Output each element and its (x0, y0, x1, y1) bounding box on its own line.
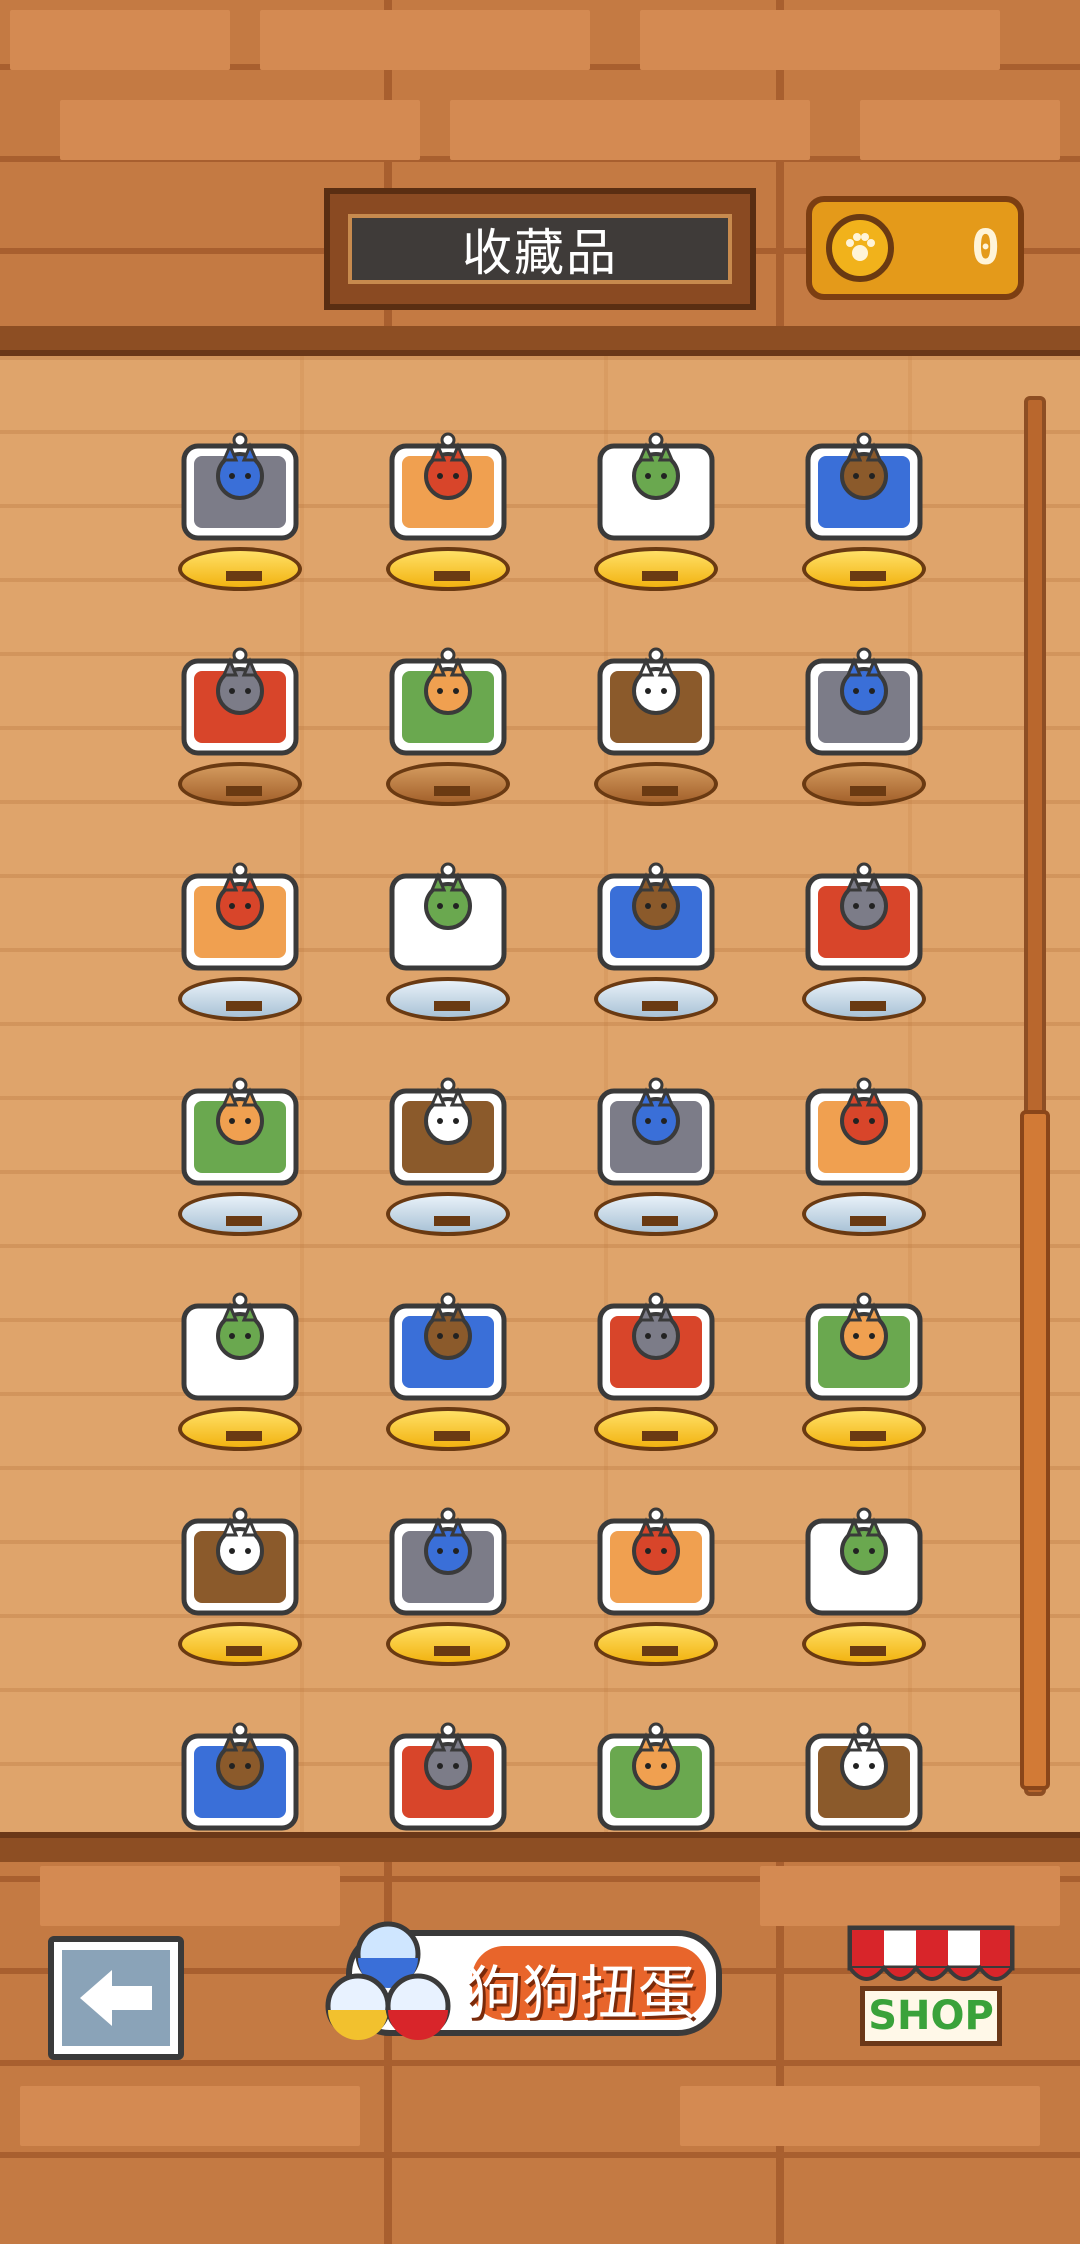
pedestal-silver (594, 1192, 718, 1236)
collectible-cat-plant-table[interactable] (764, 591, 964, 806)
pedestal-gold (178, 547, 302, 591)
cat-lamp-post-icon (389, 647, 507, 756)
cat-tv-stand-icon (597, 1077, 715, 1186)
gacha-label: 狗狗扭蛋 (464, 1959, 697, 2027)
back-button[interactable] (48, 1936, 184, 2060)
coin-count: 0 (971, 220, 1000, 276)
cat-snow-globe-blue-icon (597, 1292, 715, 1401)
pedestal-gold (594, 1622, 718, 1666)
pedestal-silver (802, 1192, 926, 1236)
cat-parachute-grey-icon (805, 1507, 923, 1616)
collectible-cat-lamp-post[interactable] (348, 591, 548, 806)
collectible-cat-dinner-table[interactable] (348, 1236, 548, 1451)
collectible-cat-detective[interactable] (764, 1666, 964, 1836)
cat-bathtub-icon (805, 1292, 923, 1401)
collectible-cat-lying-toy[interactable] (556, 1666, 756, 1836)
collectible-cat-blue-bed[interactable] (764, 1021, 964, 1236)
pedestal-bronze (594, 762, 718, 806)
shop-awning-icon (847, 1925, 1015, 1981)
collectible-cat-snow-globe-blue[interactable] (556, 1236, 756, 1451)
cat-lying-toy-icon (597, 1722, 715, 1831)
cat-arched-door-icon (181, 1077, 299, 1186)
collectible-cat-snow-globe-red[interactable] (348, 376, 548, 591)
pedestal-gold (594, 547, 718, 591)
collectible-cat-wardrobe[interactable] (556, 591, 756, 806)
cat-box-sled-icon (181, 1722, 299, 1831)
pedestal-gold (802, 1622, 926, 1666)
cat-wizard-hat-icon (181, 1507, 299, 1616)
cat-moon-icon (389, 1507, 507, 1616)
pedestal-gold (802, 1407, 926, 1451)
paw-coin-icon (826, 214, 894, 282)
cat-parachute-orange-icon (597, 1507, 715, 1616)
pedestal-silver (802, 977, 926, 1021)
collectible-cat-bathtub[interactable] (764, 1236, 964, 1451)
cat-window-icon (181, 862, 299, 971)
pedestal-silver (386, 1192, 510, 1236)
shop-label: SHOP (860, 1986, 1002, 2046)
dog-gacha-button[interactable]: 狗狗扭蛋 (318, 1906, 726, 2058)
shop-button[interactable]: SHOP (846, 1924, 1016, 2054)
pedestal-gold (386, 1622, 510, 1666)
pedestal-gold (386, 547, 510, 591)
cat-plant-table-icon (805, 647, 923, 756)
cat-round-window-icon (805, 862, 923, 971)
collectible-cat-wizard-hat[interactable] (140, 1451, 340, 1666)
cat-tea-set-icon (181, 432, 299, 541)
collectible-cat-pair-cushions[interactable] (348, 806, 548, 1021)
pedestal-silver (594, 977, 718, 1021)
collectible-cat-fireplace[interactable] (140, 1236, 340, 1451)
collection-shelf (0, 356, 1080, 1836)
title-plaque: 收藏品 (324, 188, 756, 310)
cat-dinner-table-icon (389, 1292, 507, 1401)
arrow-left-icon (80, 1970, 152, 2026)
pedestal-bronze (386, 762, 510, 806)
pedestal-gold (386, 1407, 510, 1451)
cat-detective-icon (805, 1722, 923, 1831)
pedestal-gold (178, 1622, 302, 1666)
pedestal-silver (178, 1192, 302, 1236)
cat-wardrobe-icon (597, 647, 715, 756)
collectible-cat-tv-stand[interactable] (556, 1021, 756, 1236)
cat-sofa-icon (597, 862, 715, 971)
pedestal-gold (802, 547, 926, 591)
cat-snow-globe-red-icon (389, 432, 507, 541)
cat-blue-bed-icon (805, 1077, 923, 1186)
collectible-cat-arched-door[interactable] (140, 1021, 340, 1236)
collectible-cats-in-bowls[interactable] (764, 376, 964, 591)
collectible-cat-tea-set[interactable] (140, 376, 340, 591)
pedestal-silver (178, 977, 302, 1021)
collectible-cat-sofa[interactable] (556, 806, 756, 1021)
collectible-cat-armchair[interactable] (348, 1021, 548, 1236)
collectible-cat-golden-bed[interactable] (556, 376, 756, 591)
scrollbar-thumb[interactable] (1020, 1110, 1050, 1790)
collectible-cat-box-sled[interactable] (140, 1666, 340, 1836)
cat-red-chair-icon (389, 1722, 507, 1831)
cats-in-bowls-icon (805, 432, 923, 541)
pedestal-gold (178, 1407, 302, 1451)
cat-golden-bed-icon (597, 432, 715, 541)
collectible-cat-round-window[interactable] (764, 806, 964, 1021)
cat-fireplace-icon (181, 1292, 299, 1401)
collectible-cat-window[interactable] (140, 806, 340, 1021)
coin-counter: 0 (806, 196, 1024, 300)
collectible-cat-parachute-orange[interactable] (556, 1451, 756, 1666)
cat-armchair-icon (389, 1077, 507, 1186)
collectible-cat-moon[interactable] (348, 1451, 548, 1666)
shelf-top-rim (0, 326, 1080, 356)
shelf-bottom-rim (0, 1832, 1080, 1862)
pedestal-bronze (802, 762, 926, 806)
cat-pair-cushions-icon (389, 862, 507, 971)
collectible-cat-lying[interactable] (140, 591, 340, 806)
collectible-cat-parachute-grey[interactable] (764, 1451, 964, 1666)
collectible-cat-red-chair[interactable] (348, 1666, 548, 1836)
page-title: 收藏品 (348, 214, 732, 284)
pedestal-gold (594, 1407, 718, 1451)
pedestal-silver (386, 977, 510, 1021)
pedestal-bronze (178, 762, 302, 806)
gacha-capsules-icon (325, 1921, 451, 2040)
cat-lying-icon (181, 647, 299, 756)
